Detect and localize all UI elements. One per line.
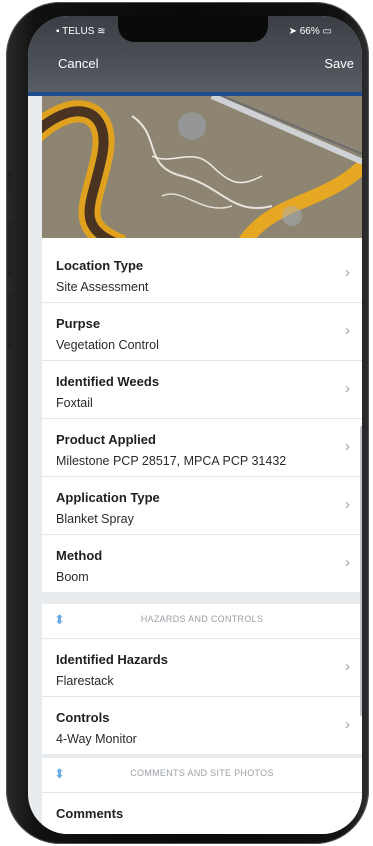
volume-down-button bbox=[8, 294, 13, 350]
field-row-purpose[interactable]: Purpse Vegetation Control › bbox=[42, 302, 362, 361]
device-notch bbox=[118, 16, 268, 42]
aerial-photo-image bbox=[42, 96, 362, 238]
field-row-method[interactable]: Method Boom › bbox=[42, 534, 362, 592]
field-value: Vegetation Control bbox=[56, 338, 159, 352]
chevron-right-icon: › bbox=[345, 380, 350, 397]
wifi-icon: ≋ bbox=[97, 26, 106, 37]
field-row-product-applied[interactable]: Product Applied Milestone PCP 28517, MPC… bbox=[42, 418, 362, 477]
field-row-identified-hazards[interactable]: Identified Hazards Flarestack › bbox=[42, 638, 362, 697]
chevron-right-icon: › bbox=[345, 322, 350, 339]
chevron-right-icon: › bbox=[345, 554, 350, 571]
field-label: Application Type bbox=[56, 490, 160, 505]
hazards-section-header[interactable]: ⬍ HAZARDS AND CONTROLS bbox=[42, 604, 362, 639]
app-screen: ▪ TELUS ≋ ➤ 66% ▭ Cancel Save Location T… bbox=[28, 16, 362, 834]
chevron-right-icon: › bbox=[345, 438, 350, 455]
volume-up-button bbox=[8, 222, 13, 278]
location-arrow-icon: ➤ bbox=[288, 26, 297, 37]
field-row-comments[interactable]: Comments bbox=[42, 792, 362, 834]
field-label: Identified Hazards bbox=[56, 652, 168, 667]
field-label: Purpse bbox=[56, 316, 101, 331]
cancel-button[interactable]: Cancel bbox=[58, 56, 98, 71]
field-label: Controls bbox=[56, 710, 110, 725]
hazards-card: ⬍ HAZARDS AND CONTROLS Identified Hazard… bbox=[42, 604, 362, 754]
field-row-application-type[interactable]: Application Type Blanket Spray › bbox=[42, 476, 362, 535]
section-title: COMMENTS AND SITE PHOTOS bbox=[130, 768, 274, 778]
field-value: Milestone PCP 28517, MPCA PCP 31432 bbox=[56, 454, 287, 468]
comments-section-header[interactable]: ⬍ COMMENTS AND SITE PHOTOS bbox=[42, 758, 362, 793]
signal-icon: ▪ bbox=[56, 26, 60, 37]
chevron-right-icon: › bbox=[345, 496, 350, 513]
status-bar-left: ▪ TELUS ≋ bbox=[56, 26, 106, 37]
save-button[interactable]: Save bbox=[324, 56, 354, 71]
field-label: Product Applied bbox=[56, 432, 156, 447]
scrollbar[interactable] bbox=[360, 426, 362, 716]
chevron-right-icon: › bbox=[345, 264, 350, 281]
field-value: Foxtail bbox=[56, 396, 93, 410]
field-value: Boom bbox=[56, 570, 89, 584]
comments-card: ⬍ COMMENTS AND SITE PHOTOS Comments bbox=[42, 758, 362, 834]
field-row-controls[interactable]: Controls 4-Way Monitor › bbox=[42, 696, 362, 754]
field-value: Flarestack bbox=[56, 674, 114, 688]
field-row-identified-weeds[interactable]: Identified Weeds Foxtail › bbox=[42, 360, 362, 419]
field-label: Comments bbox=[56, 806, 124, 821]
details-card: Location Type Site Assessment › Purpse V… bbox=[42, 238, 362, 592]
chevron-right-icon: › bbox=[345, 658, 350, 675]
field-label: Method bbox=[56, 548, 103, 563]
chevron-right-icon: › bbox=[345, 716, 350, 733]
carrier-label: TELUS bbox=[62, 26, 95, 37]
mute-switch bbox=[8, 170, 13, 192]
field-value: 4-Way Monitor bbox=[56, 732, 137, 746]
phone-frame: ▪ TELUS ≋ ➤ 66% ▭ Cancel Save Location T… bbox=[6, 2, 369, 844]
field-row-location-type[interactable]: Location Type Site Assessment › bbox=[42, 244, 362, 303]
status-bar-right: ➤ 66% ▭ bbox=[289, 26, 332, 37]
field-label: Location Type bbox=[56, 258, 144, 273]
site-aerial-photo[interactable] bbox=[42, 96, 362, 238]
battery-icon: ▭ bbox=[322, 26, 332, 37]
field-label: Identified Weeds bbox=[56, 374, 160, 389]
battery-percent: 66% bbox=[299, 26, 320, 37]
section-title: HAZARDS AND CONTROLS bbox=[140, 614, 264, 624]
field-value: Site Assessment bbox=[56, 280, 149, 294]
nav-header: ▪ TELUS ≋ ➤ 66% ▭ Cancel Save bbox=[28, 16, 362, 96]
field-value: Blanket Spray bbox=[56, 512, 134, 526]
